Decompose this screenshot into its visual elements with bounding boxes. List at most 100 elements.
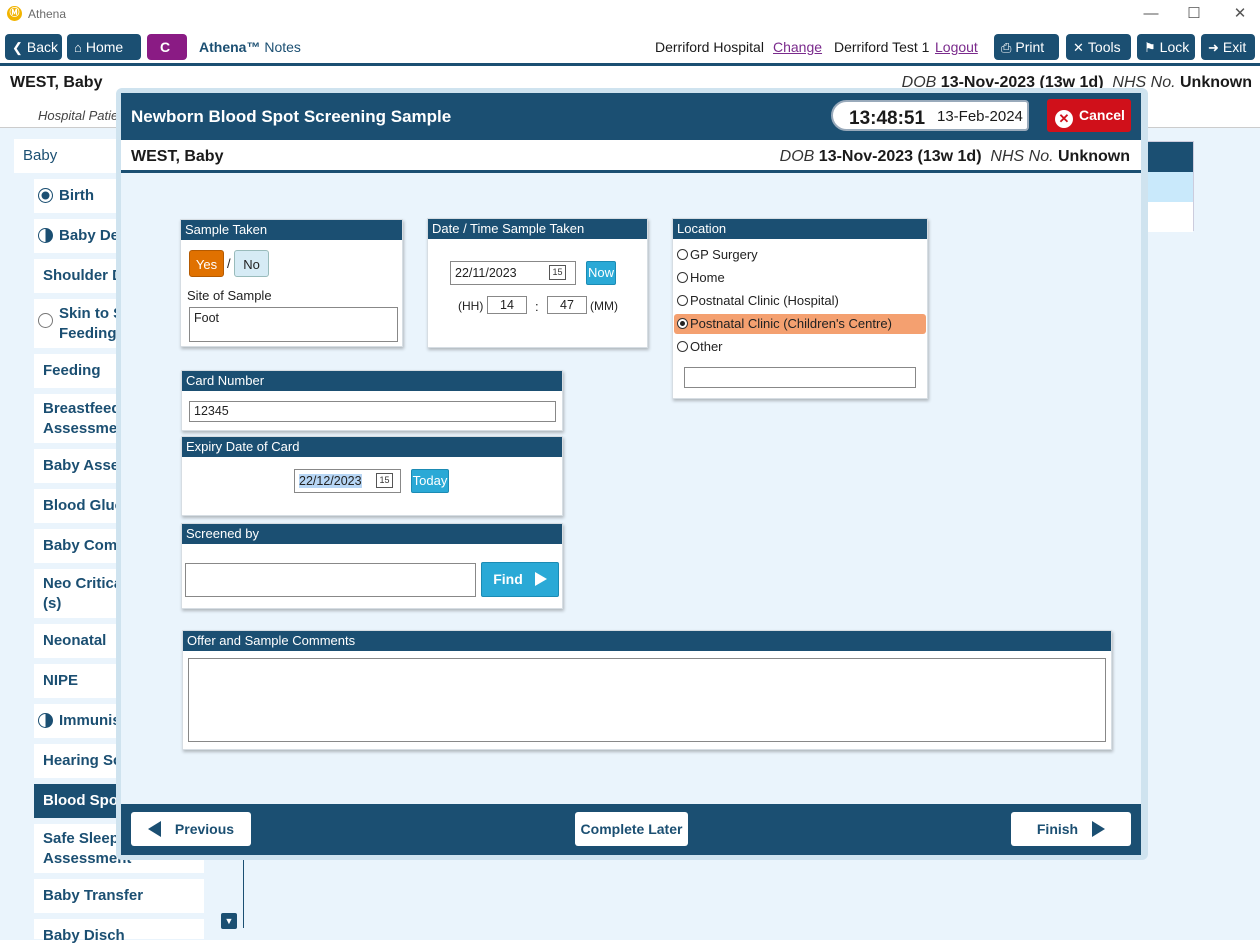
sample-taken-header: Sample Taken (181, 220, 402, 240)
change-hospital-link[interactable]: Change (773, 39, 822, 55)
no-button[interactable]: No (234, 250, 269, 277)
find-button[interactable]: Find (481, 562, 559, 597)
cancel-label: Cancel (1079, 107, 1125, 123)
patient-name: WEST, Baby (10, 74, 103, 91)
now-button[interactable]: Now (586, 261, 616, 285)
sidebar-item-label: Birth (59, 187, 94, 204)
sample-taken-panel: Sample Taken Yes / No Site of Sample Foo… (180, 219, 403, 347)
comments-header: Offer and Sample Comments (183, 631, 1111, 651)
lock-button[interactable]: ⚑ Lock (1137, 34, 1195, 60)
location-option-label: Home (690, 270, 725, 285)
sidebar-item[interactable]: Baby Disch (34, 919, 204, 944)
location-option[interactable]: GP Surgery (674, 245, 926, 265)
location-option[interactable]: Postnatal Clinic (Children's Centre) (674, 314, 926, 334)
print-label: Print (1015, 39, 1045, 55)
back-label: Back (26, 39, 59, 55)
modal-patient-details: DOB 13-Nov-2023 (13w 1d) NHS No. Unknown (779, 148, 1130, 165)
cancel-button[interactable]: ✕ Cancel (1047, 99, 1131, 132)
finish-button[interactable]: Finish (1011, 812, 1131, 846)
half-circle-icon (38, 713, 53, 728)
hour-input[interactable]: 14 (487, 296, 527, 314)
sidebar-item-label: NIPE (43, 672, 79, 689)
calendar-icon[interactable]: 15 (549, 265, 566, 280)
tools-button[interactable]: ✕ Tools (1066, 34, 1131, 60)
lock-label: Lock (1159, 39, 1190, 55)
background-table (1142, 141, 1194, 232)
arrow-right-icon (1092, 821, 1106, 837)
clock-time: 13:48:51 (849, 108, 926, 129)
exit-button[interactable]: ➜ Exit (1201, 34, 1255, 60)
card-number-input[interactable]: 12345 (189, 401, 556, 422)
sub-banner-text: Hospital Patie (38, 108, 119, 123)
chevron-left-icon: ❮ (12, 40, 23, 55)
c-button[interactable]: C (147, 34, 187, 60)
clock-display: 13:48:51 13-Feb-2024 (831, 100, 1029, 131)
complete-later-button[interactable]: Complete Later (575, 812, 688, 846)
minute-input[interactable]: 47 (547, 296, 587, 314)
sidebar-item-label: Immunis (59, 712, 121, 729)
radio-icon (677, 249, 688, 260)
previous-button[interactable]: Previous (131, 812, 251, 846)
location-option-label: Other (690, 339, 723, 354)
card-number-header: Card Number (182, 371, 562, 391)
sidebar-item-label: Breastfeedi Assessmen (43, 400, 127, 437)
sidebar-item-label: Feeding (43, 362, 101, 379)
sidebar-item-label: Baby Asses (43, 457, 128, 474)
location-option[interactable]: Other (674, 337, 926, 357)
main-toolbar: ❮ Back ⌂ Home C Athena™ Notes Derriford Ho… (0, 28, 1260, 66)
maximize-icon[interactable]: ☐ (1171, 3, 1217, 25)
yes-no-separator: / (227, 256, 231, 271)
sidebar-item-label: Hearing Sc (43, 752, 122, 769)
modal-footer: Previous Complete Later Finish (121, 804, 1141, 855)
user-name: Derriford Test 1 (834, 39, 930, 55)
arrow-left-icon (147, 821, 161, 837)
sidebar-item-label: Baby Transfer (43, 887, 144, 904)
site-of-sample-input[interactable]: Foot (189, 307, 398, 342)
expiry-calendar-icon[interactable]: 15 (376, 473, 393, 488)
radio-empty-icon (38, 313, 53, 328)
printer-icon: ⎙ (1001, 40, 1012, 55)
expiry-header: Expiry Date of Card (182, 437, 562, 457)
minimize-icon[interactable]: — (1128, 3, 1174, 25)
half-circle-icon (38, 228, 53, 243)
expiry-panel: Expiry Date of Card 22/12/2023 15 Today (181, 436, 563, 516)
home-button[interactable]: ⌂ Home (67, 34, 141, 60)
window-title-bar: Ⓜ Athena — ☐ ✕ (0, 0, 1260, 28)
close-window-icon[interactable]: ✕ (1217, 3, 1260, 25)
site-of-sample-label: Site of Sample (187, 288, 272, 303)
sidebar-item-label: Blood Spot (43, 792, 123, 809)
yes-button[interactable]: Yes (189, 250, 224, 277)
close-circle-icon: ✕ (1055, 110, 1073, 128)
sidebar-item[interactable]: Baby Transfer (34, 879, 204, 913)
screened-by-panel: Screened by Find (181, 523, 563, 609)
logout-link[interactable]: Logout (935, 39, 978, 55)
previous-label: Previous (174, 821, 235, 837)
expiry-date-value: 22/12/2023 (299, 474, 362, 488)
location-other-input[interactable] (684, 367, 916, 388)
sidebar-item-label: Baby Disch (43, 927, 125, 944)
sidebar-item-label: Shoulder D (43, 267, 124, 284)
screened-by-input[interactable] (185, 563, 476, 597)
tools-label: Tools (1087, 39, 1121, 55)
scroll-down-icon[interactable]: ▼ (221, 913, 237, 929)
radio-icon (677, 318, 688, 329)
comments-textarea[interactable] (188, 658, 1106, 742)
home-label: Home (85, 39, 124, 55)
location-option-label: GP Surgery (690, 247, 758, 262)
modal-patient-banner: WEST, Baby DOB 13-Nov-2023 (13w 1d) NHS … (121, 140, 1141, 173)
today-button[interactable]: Today (411, 469, 449, 493)
lock-icon: ⚑ (1144, 40, 1156, 55)
sample-date-value: 22/11/2023 (455, 266, 517, 280)
location-panel: Location GP Surgery Home Postnatal Clinic … (672, 218, 928, 399)
radio-icon (677, 272, 688, 283)
location-option[interactable]: Postnatal Clinic (Hospital) (674, 291, 926, 311)
radio-icon (677, 341, 688, 352)
radio-filled-icon (38, 188, 53, 203)
back-button[interactable]: ❮ Back (5, 34, 62, 60)
finish-label: Finish (1036, 821, 1079, 837)
modal-title: Newborn Blood Spot Screening Sample (131, 107, 452, 126)
location-option[interactable]: Home (674, 268, 926, 288)
print-button[interactable]: ⎙ Print (994, 34, 1059, 60)
sidebar-item-label: Blood Gluc (43, 497, 123, 514)
home-icon: ⌂ (74, 40, 82, 55)
